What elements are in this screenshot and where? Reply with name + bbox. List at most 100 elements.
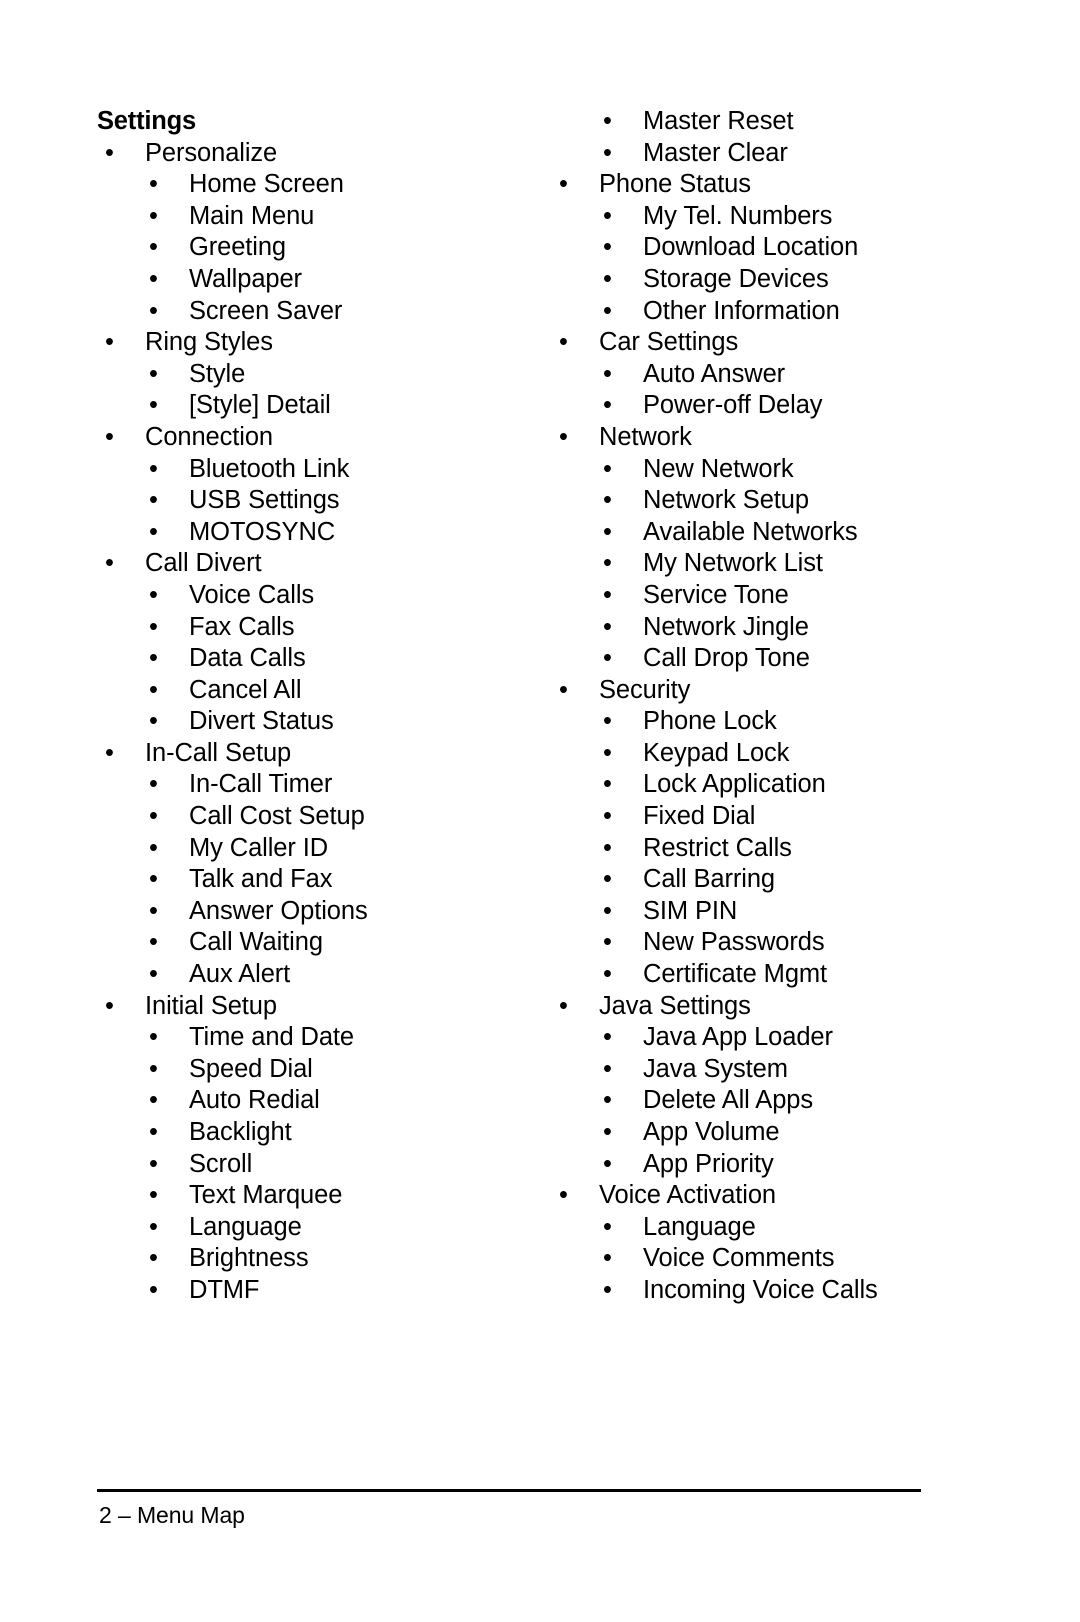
menu-item-level-2: • Data Calls: [97, 643, 527, 675]
menu-item-level-2: • Download Location: [551, 232, 981, 264]
menu-item-label: My Network List: [643, 549, 823, 578]
menu-item-label: In-Call Timer: [189, 770, 333, 799]
bullet-icon: •: [149, 264, 158, 293]
bullet-icon: •: [603, 928, 612, 957]
bullet-icon: •: [149, 644, 158, 673]
menu-item-level-2: • New Network: [551, 454, 981, 486]
bullet-icon: •: [149, 675, 158, 704]
menu-item-label: Bluetooth Link: [189, 454, 350, 483]
left-column-list: • Personalize • Home Screen • Main Menu • Greet…: [97, 138, 527, 1307]
menu-item-label: Speed Dial: [189, 1054, 313, 1083]
bullet-icon: •: [149, 1275, 158, 1304]
bullet-icon: •: [603, 1118, 612, 1146]
menu-item-label: Master Clear: [643, 138, 788, 167]
menu-item-label: Auto Answer: [643, 359, 786, 388]
document-page: Settings • Personalize • Home Screen • Main M…: [0, 0, 1080, 1622]
bullet-icon: •: [149, 960, 158, 989]
menu-item-label: Voice Comments: [643, 1244, 835, 1273]
menu-item-level-2: • Auto Redial: [97, 1085, 527, 1117]
bullet-icon: •: [603, 201, 612, 230]
menu-item-level-1: • Phone Status: [551, 169, 981, 201]
menu-item-level-1: • Security: [551, 675, 981, 707]
menu-item-label: Certificate Mgmt: [643, 960, 828, 989]
bullet-icon: •: [603, 296, 612, 325]
menu-item-label: New Network: [643, 454, 794, 483]
bullet-icon: •: [603, 1212, 612, 1241]
menu-item-label: Security: [599, 675, 691, 704]
menu-item-label: Phone Status: [599, 170, 751, 199]
menu-item-label: Network: [599, 422, 692, 451]
menu-item-level-2: • Divert Status: [97, 706, 527, 738]
menu-item-label: New Passwords: [643, 928, 825, 957]
bullet-icon: •: [603, 1244, 612, 1273]
bullet-icon: •: [559, 328, 568, 357]
menu-item-label: Call Waiting: [189, 928, 323, 957]
bullet-icon: •: [149, 612, 158, 641]
bullet-icon: •: [559, 170, 568, 199]
menu-item-level-2: • Java System: [551, 1054, 981, 1086]
bullet-icon: •: [603, 1149, 612, 1178]
menu-item-level-2: • Network Setup: [551, 485, 981, 517]
menu-item-label: Backlight: [189, 1118, 292, 1146]
bullet-icon: •: [603, 138, 612, 167]
menu-item-label: Call Drop Tone: [643, 644, 810, 673]
bullet-icon: •: [603, 644, 612, 673]
menu-item-label: Answer Options: [189, 896, 368, 925]
bullet-icon: •: [603, 1275, 612, 1304]
menu-item-level-2: • Auto Answer: [551, 359, 981, 391]
bullet-icon: •: [603, 549, 612, 578]
menu-item-level-2: • Phone Lock: [551, 706, 981, 738]
bullet-icon: •: [105, 738, 114, 767]
menu-item-label: Network Jingle: [643, 612, 809, 641]
menu-item-level-2: • Speed Dial: [97, 1054, 527, 1086]
menu-item-level-2: • My Tel. Numbers: [551, 201, 981, 233]
menu-item-level-1: • Network: [551, 422, 981, 454]
menu-item-level-2: • USB Settings: [97, 485, 527, 517]
menu-item-label: In-Call Setup: [145, 738, 292, 767]
footer-page-label: 2 – Menu Map: [99, 1502, 245, 1528]
menu-item-label: Voice Calls: [189, 580, 315, 609]
menu-item-label: Language: [643, 1212, 756, 1241]
menu-item-level-1: • Connection: [97, 422, 527, 454]
menu-item-level-2: • Call Cost Setup: [97, 801, 527, 833]
menu-item-label: Language: [189, 1212, 302, 1241]
bullet-icon: •: [149, 1118, 158, 1146]
menu-item-label: Other Information: [643, 296, 840, 325]
bullet-icon: •: [149, 517, 158, 546]
menu-item-label: Main Menu: [189, 201, 315, 230]
right-column: • Master Reset • Master Clear • Phone Status •…: [551, 106, 981, 1307]
bullet-icon: •: [603, 1023, 612, 1052]
menu-item-level-2: • Language: [97, 1212, 527, 1244]
menu-item-level-2: • MOTOSYNC: [97, 517, 527, 549]
menu-item-level-2: • Delete All Apps: [551, 1085, 981, 1117]
menu-item-level-2: • App Priority: [551, 1149, 981, 1181]
bullet-icon: •: [149, 170, 158, 199]
menu-item-label: Screen Saver: [189, 296, 343, 325]
bullet-icon: •: [149, 865, 158, 894]
bullet-icon: •: [559, 1181, 568, 1210]
menu-item-level-2: • Greeting: [97, 232, 527, 264]
bullet-icon: •: [149, 1054, 158, 1083]
menu-item-label: Initial Setup: [145, 991, 277, 1020]
bullet-icon: •: [603, 1054, 612, 1083]
menu-item-level-2: • Style: [97, 359, 527, 391]
menu-item-level-1: • Initial Setup: [97, 991, 527, 1023]
menu-item-level-2: • Voice Calls: [97, 580, 527, 612]
menu-item-label: DTMF: [189, 1275, 260, 1304]
menu-item-label: Fax Calls: [189, 612, 295, 641]
bullet-icon: •: [149, 359, 158, 388]
menu-item-level-1: • Voice Activation: [551, 1180, 981, 1212]
menu-item-label: App Volume: [643, 1118, 780, 1146]
menu-item-label: Car Settings: [599, 328, 739, 357]
bullet-icon: •: [603, 517, 612, 546]
bullet-icon: •: [149, 454, 158, 483]
menu-item-label: Download Location: [643, 233, 859, 262]
menu-item-label: Java Settings: [599, 991, 751, 1020]
menu-item-label: Time and Date: [189, 1023, 354, 1052]
menu-item-label: Call Cost Setup: [189, 802, 365, 831]
bullet-icon: •: [149, 833, 158, 862]
bullet-icon: •: [149, 201, 158, 230]
menu-item-level-2: • Fax Calls: [97, 612, 527, 644]
menu-item-label: Network Setup: [643, 486, 809, 515]
bullet-icon: •: [603, 580, 612, 609]
